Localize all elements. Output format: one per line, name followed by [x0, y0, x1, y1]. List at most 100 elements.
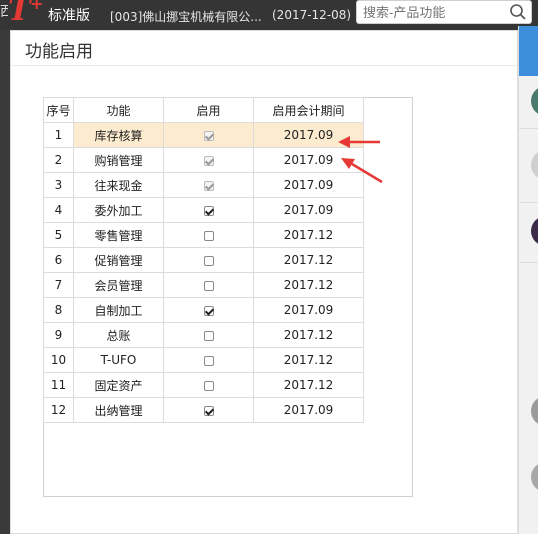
enabled-cell: [163, 172, 254, 198]
dialog-title: 功能启用: [25, 42, 93, 62]
enable-checkbox[interactable]: [203, 230, 214, 241]
enable-checkbox[interactable]: [203, 255, 214, 266]
company-name[interactable]: [003]佛山挪宝机械有限公...: [110, 8, 262, 25]
header-enabled: 启用: [163, 97, 254, 123]
feature-name: 促销管理: [73, 247, 164, 273]
table-row[interactable]: 7 会员管理 2017.12: [43, 272, 364, 298]
avatar[interactable]: [531, 150, 538, 180]
avatar[interactable]: [531, 216, 538, 246]
feature-enable-dialog: 功能启用 序号 功能 启用 启用会计期间 1 库存核算 2017.09 2 购销管理 20…: [10, 30, 518, 534]
table-row[interactable]: 1 库存核算 2017.09: [43, 122, 364, 148]
enable-checkbox[interactable]: [203, 305, 214, 316]
enable-period: 2017.09: [253, 197, 364, 223]
enabled-cell: [163, 147, 254, 173]
feature-name: 购销管理: [73, 147, 164, 173]
enable-checkbox[interactable]: [203, 355, 214, 366]
row-number: 5: [43, 222, 74, 248]
enable-period: 2017.09: [253, 297, 364, 323]
feature-name: 自制加工: [73, 297, 164, 323]
enabled-cell: [163, 397, 254, 423]
search-icon[interactable]: [509, 3, 527, 21]
enable-period: 2017.12: [253, 372, 364, 398]
feature-name: 会员管理: [73, 272, 164, 298]
feature-name: 委外加工: [73, 197, 164, 223]
red-arrow-icon: [341, 158, 383, 184]
enable-period: 2017.12: [253, 272, 364, 298]
enable-checkbox[interactable]: [203, 280, 214, 291]
top-bar: 西 T + 标准版 [003]佛山挪宝机械有限公... (2017-12-08): [0, 0, 538, 30]
table-header-row: 序号 功能 启用 启用会计期间: [43, 97, 364, 123]
enabled-cell: [163, 347, 254, 373]
feature-name: 零售管理: [73, 222, 164, 248]
enabled-cell: [163, 247, 254, 273]
brand-logo-t: T: [8, 0, 31, 28]
avatar[interactable]: [531, 396, 538, 426]
brand-logo-plus: +: [30, 0, 44, 13]
row-number: 8: [43, 297, 74, 323]
row-number: 7: [43, 272, 74, 298]
search-input[interactable]: [363, 3, 503, 21]
search-box[interactable]: [356, 0, 532, 24]
table-row[interactable]: 3 往来现金 2017.09: [43, 172, 364, 198]
row-number: 6: [43, 247, 74, 273]
divider: [519, 262, 538, 263]
feature-name: 出纳管理: [73, 397, 164, 423]
divider: [519, 202, 538, 203]
avatar[interactable]: [531, 86, 538, 116]
row-number: 2: [43, 147, 74, 173]
row-number: 1: [43, 122, 74, 148]
enable-period: 2017.12: [253, 347, 364, 373]
divider: [11, 65, 517, 66]
login-date: (2017-12-08): [272, 8, 352, 22]
enabled-cell: [163, 122, 254, 148]
header-no: 序号: [43, 97, 74, 123]
enable-checkbox: [203, 180, 214, 191]
enabled-cell: [163, 372, 254, 398]
row-number: 11: [43, 372, 74, 398]
table-body: 1 库存核算 2017.09 2 购销管理 2017.09 3 往来现金 2017.09 4 委外加…: [43, 122, 364, 423]
table-row[interactable]: 10 T-UFO 2017.12: [43, 347, 364, 373]
divider: [519, 128, 538, 129]
enable-period: 2017.12: [253, 222, 364, 248]
feature-name: 固定资产: [73, 372, 164, 398]
enable-checkbox[interactable]: [203, 330, 214, 341]
enabled-cell: [163, 272, 254, 298]
table-row[interactable]: 8 自制加工 2017.09: [43, 297, 364, 323]
table-row[interactable]: 6 促销管理 2017.12: [43, 247, 364, 273]
logo-partial-text: 西: [0, 4, 8, 20]
red-arrow-icon: [338, 136, 380, 148]
row-number: 9: [43, 322, 74, 348]
table-row[interactable]: 11 固定资产 2017.12: [43, 372, 364, 398]
enabled-cell: [163, 297, 254, 323]
table-row[interactable]: 9 总账 2017.12: [43, 322, 364, 348]
enable-checkbox[interactable]: [203, 380, 214, 391]
enabled-cell: [163, 322, 254, 348]
enable-period: 2017.12: [253, 322, 364, 348]
edition-label: 标准版: [48, 8, 90, 24]
row-number: 3: [43, 172, 74, 198]
feature-name: 往来现金: [73, 172, 164, 198]
table-row[interactable]: 12 出纳管理 2017.09: [43, 397, 364, 423]
feature-table: 序号 功能 启用 启用会计期间 1 库存核算 2017.09 2 购销管理 2017.09…: [43, 97, 364, 423]
right-side-panel: [518, 26, 538, 534]
feature-name: T-UFO: [73, 347, 164, 373]
enable-checkbox[interactable]: [203, 205, 214, 216]
table-row[interactable]: 4 委外加工 2017.09: [43, 197, 364, 223]
feature-name: 总账: [73, 322, 164, 348]
header-period: 启用会计期间: [253, 97, 364, 123]
enabled-cell: [163, 222, 254, 248]
row-number: 4: [43, 197, 74, 223]
enable-period: 2017.12: [253, 247, 364, 273]
table-row[interactable]: 2 购销管理 2017.09: [43, 147, 364, 173]
row-number: 12: [43, 397, 74, 423]
feature-name: 库存核算: [73, 122, 164, 148]
row-number: 10: [43, 347, 74, 373]
header-feature: 功能: [73, 97, 164, 123]
enable-checkbox: [203, 155, 214, 166]
enable-checkbox[interactable]: [203, 405, 214, 416]
side-panel-header: [519, 26, 538, 76]
avatar[interactable]: [531, 462, 538, 492]
enabled-cell: [163, 197, 254, 223]
table-row[interactable]: 5 零售管理 2017.12: [43, 222, 364, 248]
enable-period: 2017.09: [253, 397, 364, 423]
